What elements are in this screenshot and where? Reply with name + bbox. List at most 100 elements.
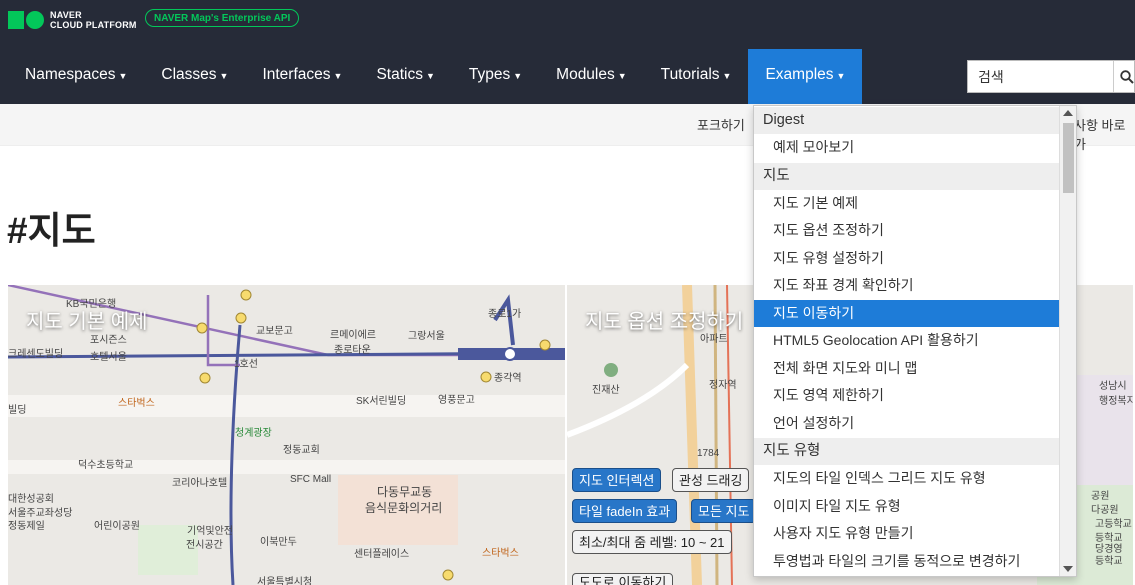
page-title: #지도: [7, 210, 96, 251]
scrollbar-thumb[interactable]: [1063, 123, 1074, 193]
nav-label: Classes: [161, 66, 217, 83]
example-card-basic-map[interactable]: KB국민은행 포시즌스 호텔서울 교보문고 르메이에르 종로타운 그랑서울 종각…: [8, 285, 565, 585]
inertia-drag-toggle[interactable]: 관성 드래깅: [672, 468, 750, 492]
caret-down-icon: ▼: [722, 71, 732, 81]
nav-label: Statics: [376, 66, 423, 83]
nav-namespaces[interactable]: Namespaces ▼: [8, 49, 144, 104]
menu-item-map-bounds[interactable]: 지도 좌표 경계 확인하기: [754, 272, 1060, 300]
map-label: 진재산: [592, 385, 620, 396]
logo-line1: NAVER: [50, 10, 82, 20]
dropdown-list: Digest 예제 모아보기 지도 지도 기본 예제 지도 옵션 조정하기 지도…: [754, 106, 1060, 576]
naver-cloud-logo[interactable]: NAVER CLOUD PLATFORM: [8, 8, 137, 32]
search-icon: [1120, 69, 1134, 84]
map-label: 다공원: [1091, 505, 1119, 516]
map-label: 이북만두: [260, 537, 297, 548]
map-label: 1호선: [234, 359, 258, 370]
map-label: 종로1가: [488, 309, 522, 320]
caret-down-icon: ▼: [219, 71, 229, 81]
logo-square-icon: [8, 11, 24, 29]
nav-label: Namespaces: [25, 66, 116, 83]
menu-item-map-move[interactable]: 지도 이동하기: [754, 299, 1060, 327]
map-label: 다동무교동: [377, 485, 433, 499]
nav-classes[interactable]: Classes ▼: [144, 49, 245, 104]
menu-item-digest[interactable]: 예제 모아보기: [754, 134, 1060, 162]
menu-item-image-tile[interactable]: 이미지 타일 지도 유형: [754, 493, 1060, 521]
nav-label: Modules: [556, 66, 615, 83]
nav-interfaces[interactable]: Interfaces ▼: [245, 49, 359, 104]
dropdown-scrollbar[interactable]: [1059, 106, 1076, 576]
nav-label: Interfaces: [262, 66, 331, 83]
nav-modules[interactable]: Modules ▼: [539, 49, 644, 104]
all-maps-toggle[interactable]: 모든 지도: [691, 499, 757, 523]
menu-item-map-options[interactable]: 지도 옵션 조정하기: [754, 217, 1060, 245]
caret-down-icon: ▼: [118, 71, 128, 81]
map-label: 서울특별시청: [257, 577, 313, 585]
map-label: 정동제일: [8, 521, 45, 532]
nav-types[interactable]: Types ▼: [452, 49, 539, 104]
nav-statics[interactable]: Statics ▼: [359, 49, 451, 104]
map-label: 성남시: [1099, 381, 1127, 392]
search-input[interactable]: [968, 61, 1114, 92]
main-nav: Namespaces ▼ Classes ▼ Interfaces ▼ Statics…: [8, 49, 863, 104]
logo-line2: CLOUD PLATFORM: [50, 20, 137, 30]
map-label: 빌딩: [8, 405, 27, 416]
scroll-up-arrow-icon[interactable]: [1063, 110, 1073, 116]
map-label: 스타벅스: [118, 398, 155, 409]
map-label: 정동교회: [283, 445, 320, 456]
caret-down-icon: ▼: [425, 71, 435, 81]
map-label: 대한성공회: [8, 494, 54, 505]
map-label: 호텔서울: [90, 352, 127, 363]
map-interaction-toggle[interactable]: 지도 인터렉션: [572, 468, 662, 492]
map-label: 종각역: [494, 373, 522, 384]
map-label: 그랑서울: [408, 331, 445, 342]
menu-item-language[interactable]: 언어 설정하기: [754, 410, 1060, 438]
map-label: 행정복지: [1099, 396, 1133, 407]
caret-down-icon: ▼: [836, 71, 846, 81]
map-label: 등학교: [1095, 556, 1123, 567]
map-label: 공원: [1091, 491, 1110, 502]
tile-fadein-toggle[interactable]: 타일 fadeIn 효과: [572, 499, 678, 523]
scroll-down-arrow-icon[interactable]: [1063, 566, 1073, 572]
map-label: SK서린빌딩: [356, 396, 407, 407]
nav-label: Tutorials: [660, 66, 720, 83]
dropdown-group-header: Digest: [754, 107, 1060, 134]
zoom-level-range[interactable]: 최소/최대 줌 레벨: 10 ~ 21: [572, 530, 732, 554]
menu-item-fullscreen-minimap[interactable]: 전체 화면 지도와 미니 맵: [754, 355, 1060, 383]
map-label: 종로타운: [334, 345, 371, 356]
map-label: 기억및안전: [187, 526, 233, 537]
nav-tutorials[interactable]: Tutorials ▼: [644, 49, 749, 104]
card-title: 지도 옵션 조정하기: [585, 311, 744, 333]
menu-item-geolocation[interactable]: HTML5 Geolocation API 활용하기: [754, 327, 1060, 355]
map-label: 교보문고: [256, 326, 293, 337]
map-label: 영풍문고: [438, 395, 475, 406]
menu-item-map-type[interactable]: 지도 유형 설정하기: [754, 245, 1060, 273]
shortcut-link[interactable]: 사항 바로가: [1074, 115, 1135, 153]
map-label: 전시공간: [186, 540, 223, 551]
map-label: 1784: [697, 448, 720, 459]
caret-down-icon: ▼: [617, 71, 627, 81]
menu-item-custom-map-type[interactable]: 사용자 지도 유형 만들기: [754, 520, 1060, 548]
nav-label: Examples: [765, 66, 834, 83]
map-label: 스타벅스: [482, 548, 519, 559]
map-label: 음식문화의거리: [365, 501, 443, 515]
map-label: 고등학교: [1095, 519, 1132, 530]
logo-text: NAVER CLOUD PLATFORM: [50, 10, 137, 30]
caret-down-icon: ▼: [333, 71, 343, 81]
menu-item-projection[interactable]: 투영법과 타일의 크기를 동적으로 변경하기: [754, 548, 1060, 576]
examples-dropdown-menu: Digest 예제 모아보기 지도 지도 기본 예제 지도 옵션 조정하기 지도…: [753, 105, 1077, 577]
search-button[interactable]: [1114, 61, 1134, 92]
enterprise-api-badge: NAVER Map's Enterprise API: [145, 9, 300, 27]
menu-item-tile-grid[interactable]: 지도의 타일 인덱스 그리드 지도 유형: [754, 465, 1060, 493]
menu-item-basic-map[interactable]: 지도 기본 예제: [754, 190, 1060, 218]
card-title: 지도 기본 예제: [26, 311, 148, 333]
fork-link[interactable]: 포크하기: [697, 115, 745, 134]
nav-label: Types: [468, 66, 511, 83]
nav-examples[interactable]: Examples ▼: [748, 49, 863, 104]
dropdown-group-header: 지도 유형: [754, 438, 1060, 465]
map-label: 덕수초등학교: [78, 460, 134, 471]
menu-item-map-area-limit[interactable]: 지도 영역 제한하기: [754, 382, 1060, 410]
map-label: 정자역: [709, 380, 737, 391]
map-label: 크레센도빌딩: [8, 349, 64, 360]
map-label: 청계광장: [235, 428, 272, 439]
map-label: 센터플레이스: [354, 549, 410, 560]
